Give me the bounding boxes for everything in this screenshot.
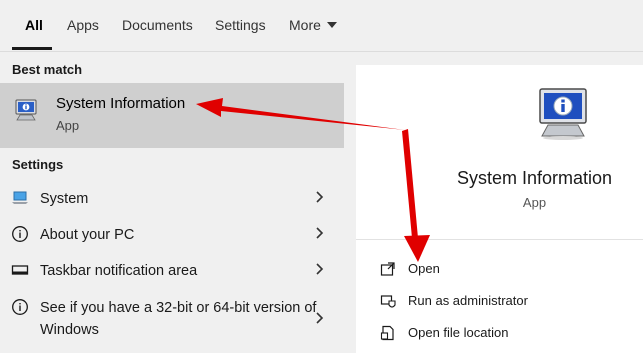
run-as-administrator-label: Run as administrator	[408, 293, 528, 308]
info-circle-icon	[12, 226, 28, 242]
info-circle-icon	[12, 299, 28, 315]
search-tab-bar: All Apps Documents Settings More	[0, 0, 643, 52]
divider	[356, 239, 643, 240]
active-tab-indicator	[12, 47, 52, 50]
open-file-location-label: Open file location	[408, 325, 509, 340]
open-file-location-action[interactable]: Open file location	[356, 319, 643, 349]
tab-settings[interactable]: Settings	[215, 17, 266, 33]
settings-item-about-your-pc[interactable]: About your PC	[0, 216, 344, 252]
best-match-title: System Information	[56, 95, 186, 112]
best-match-result[interactable]: System Information App	[0, 83, 344, 148]
settings-item-label: Taskbar notification area	[40, 263, 198, 279]
caret-down-icon	[326, 22, 337, 28]
system-information-icon	[15, 99, 37, 121]
settings-item-label: About your PC	[40, 227, 135, 243]
best-match-subtitle: App	[56, 118, 80, 133]
tab-documents[interactable]: Documents	[122, 17, 193, 33]
chevron-right-icon	[316, 227, 324, 239]
settings-item-system[interactable]: System	[0, 180, 344, 216]
open-action[interactable]: Open	[356, 255, 643, 285]
app-type: App	[522, 195, 547, 210]
laptop-icon	[12, 191, 28, 204]
shield-icon	[380, 295, 396, 308]
open-icon	[380, 262, 395, 276]
settings-item-label: See if you have a 32-bit or 64-bit versi…	[40, 300, 317, 338]
results-pane: Best match System Information App Settin…	[0, 53, 344, 353]
open-label: Open	[408, 261, 440, 276]
tab-more[interactable]: More	[289, 17, 337, 33]
taskbar-icon	[11, 265, 29, 275]
system-information-large-icon	[539, 88, 587, 140]
settings-heading: Settings	[12, 157, 64, 172]
chevron-right-icon	[316, 191, 324, 203]
tab-apps[interactable]: Apps	[67, 17, 99, 33]
tab-all[interactable]: All	[25, 17, 43, 33]
tab-more-label: More	[289, 17, 321, 33]
settings-item-label: System	[40, 191, 89, 207]
run-as-administrator-action[interactable]: Run as administrator	[356, 287, 643, 317]
app-detail-pane: System Information App Open Run as admin…	[356, 65, 643, 353]
settings-item-taskbar-notification-area[interactable]: Taskbar notification area	[0, 252, 344, 288]
chevron-right-icon	[316, 312, 324, 324]
file-location-icon	[380, 325, 394, 341]
app-name: System Information	[456, 168, 613, 188]
settings-item-windows-bitness[interactable]: See if you have a 32-bit or 64-bit versi…	[0, 289, 344, 345]
chevron-right-icon	[316, 263, 324, 275]
best-match-heading: Best match	[12, 62, 83, 77]
